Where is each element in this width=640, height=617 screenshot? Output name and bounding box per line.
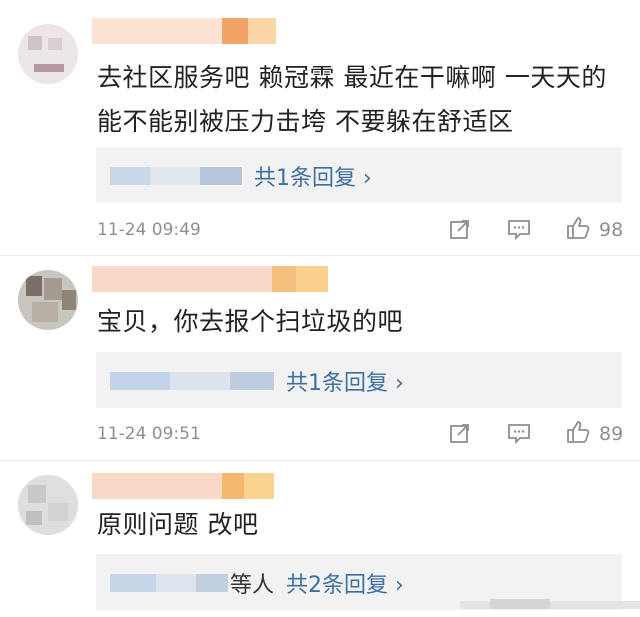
username-blurred[interactable] [92, 473, 274, 499]
reply-user-blurred [110, 574, 228, 592]
comment-icon[interactable] [507, 422, 531, 444]
comment-item: 宝贝，你去报个扫垃圾的吧 共1条回复 › 11-24 09:51 89 [0, 256, 640, 460]
comment-item: 原则问题 改吧 等人 共2条回复 › [0, 461, 640, 617]
comment-text: 宝贝，你去报个扫垃圾的吧 [97, 307, 404, 336]
thumbs-up-icon[interactable] [565, 215, 591, 241]
thumbs-up-icon[interactable] [565, 419, 591, 445]
username-blurred[interactable] [92, 266, 328, 292]
avatar[interactable] [18, 24, 78, 84]
comment-time: 11-24 09:51 [97, 424, 201, 444]
reply-count-link[interactable]: 共2条回复 › [286, 567, 404, 599]
share-icon[interactable] [449, 218, 471, 240]
reply-preview[interactable]: 共1条回复 › [96, 147, 622, 203]
reply-count-link[interactable]: 共1条回复 › [286, 365, 404, 397]
reply-user-blurred [110, 167, 242, 185]
reply-users-suffix: 等人 [230, 573, 275, 598]
avatar[interactable] [18, 475, 78, 535]
share-icon[interactable] [449, 422, 471, 444]
comment-text: 去社区服务吧 赖冠霖 最近在干嘛啊 一天天的 能不能别被压力击垮 不要躲在舒适区 [97, 63, 607, 136]
username-blurred[interactable] [92, 18, 276, 44]
reply-preview[interactable]: 共1条回复 › [96, 352, 622, 408]
avatar[interactable] [18, 270, 78, 330]
comment-icon[interactable] [507, 218, 531, 240]
comment-item: 去社区服务吧 赖冠霖 最近在干嘛啊 一天天的 能不能别被压力击垮 不要躲在舒适区… [0, 0, 640, 255]
comment-time: 11-24 09:49 [97, 220, 201, 240]
watermark-blurred [460, 597, 640, 611]
comment-text: 原则问题 改吧 [97, 510, 259, 539]
like-count: 89 [599, 423, 624, 445]
reply-count-link[interactable]: 共1条回复 › [254, 160, 372, 192]
reply-user-blurred [110, 372, 274, 390]
like-count: 98 [599, 219, 624, 241]
